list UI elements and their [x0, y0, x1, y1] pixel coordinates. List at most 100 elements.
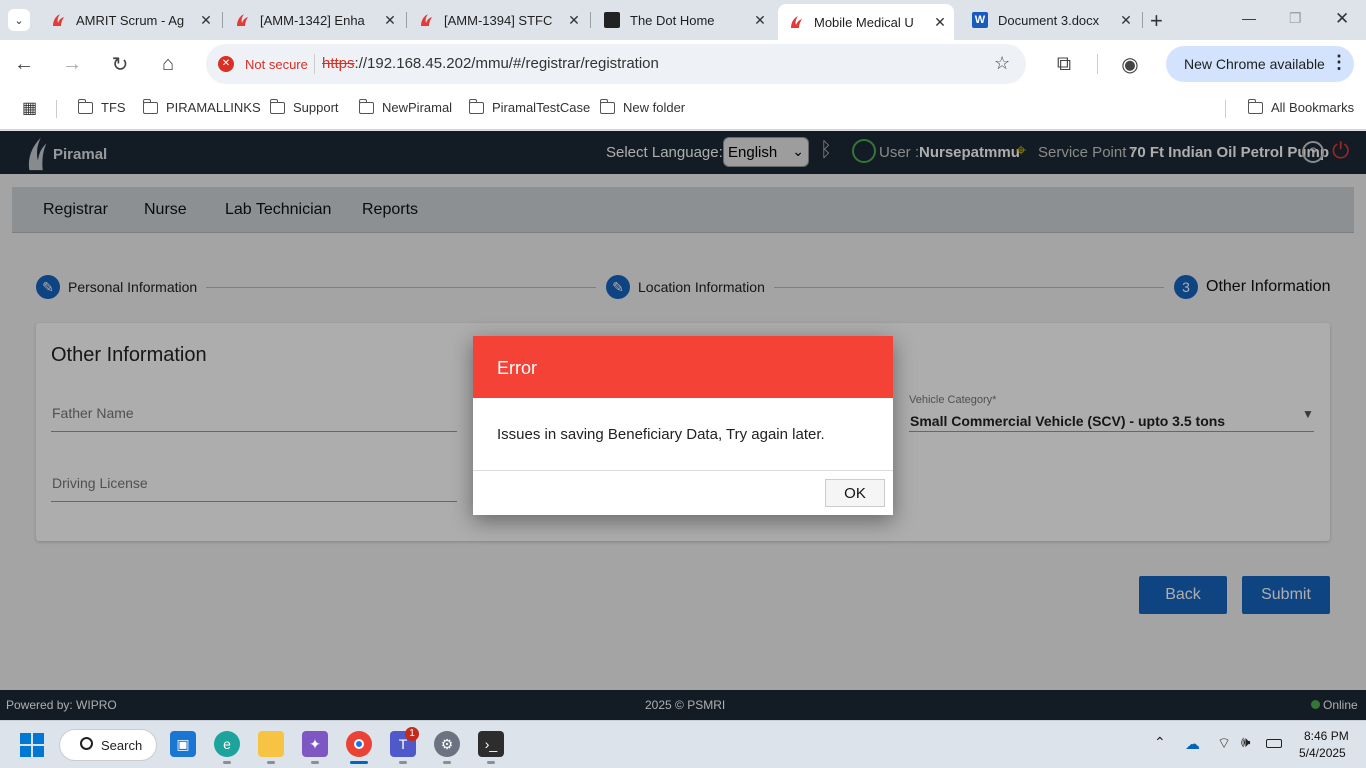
tab-amm-1342[interactable]: [AMM-1342] Enha ✕	[224, 6, 404, 34]
bookmark-label: PiramalTestCase	[492, 100, 591, 115]
microsoft-store-icon[interactable]: ▣	[170, 731, 196, 757]
reload-icon[interactable]: ↻	[108, 52, 132, 76]
browser-toolbar: ← → ↻ ⌂ ✕ Not secure https://192.168.45.…	[0, 40, 1366, 88]
new-tab-button[interactable]: +	[1150, 8, 1163, 34]
not-secure-icon[interactable]: ✕	[218, 56, 234, 72]
folder-icon	[468, 98, 484, 114]
tab-title: [AMM-1394] STFC	[444, 12, 553, 28]
dot-home-favicon-icon	[604, 12, 620, 28]
home-icon[interactable]: ⌂	[156, 52, 180, 76]
bookmark-newpiramal[interactable]: NewPiramal	[358, 98, 453, 115]
window-close-button[interactable]: ✕	[1335, 9, 1349, 29]
folder-icon	[1247, 98, 1263, 114]
url-path: ://192.168.45.202/mmu/#/registrar/regist…	[354, 55, 659, 72]
tab-amm-1394[interactable]: [AMM-1394] STFC ✕	[408, 6, 588, 34]
back-arrow-icon[interactable]: ←	[12, 52, 36, 76]
apps-grid-icon[interactable]: ▦	[22, 98, 37, 118]
edge-browser-icon[interactable]: e	[214, 731, 240, 757]
wifi-icon[interactable]: ⌔	[1217, 734, 1231, 753]
volume-icon[interactable]: 🕪	[1241, 734, 1250, 751]
tab-separator	[222, 12, 223, 28]
error-dialog-message: Issues in saving Beneficiary Data, Try a…	[497, 426, 825, 443]
address-bar[interactable]: ✕ Not secure https://192.168.45.202/mmu/…	[206, 44, 1026, 84]
bookmark-support[interactable]: Support	[269, 98, 339, 115]
all-bookmarks[interactable]: All Bookmarks	[1247, 98, 1354, 115]
settings-gear-icon[interactable]: ⚙	[434, 731, 460, 757]
ok-button[interactable]: OK	[825, 479, 885, 507]
close-icon[interactable]: ✕	[752, 12, 768, 29]
tab-separator	[1142, 12, 1143, 28]
not-secure-label[interactable]: Not secure	[245, 57, 308, 72]
clock-time[interactable]: 8:46 PM	[1304, 729, 1349, 743]
bookmark-label: NewPiramal	[382, 100, 453, 115]
tab-separator	[406, 12, 407, 28]
windows-taskbar: Search ▣ e ✦ T 1 ⚙ ›_ ⌃ ☁ ⌔ 🕪 8:46 PM 5/…	[0, 720, 1366, 768]
extensions-puzzle-icon[interactable]: ⧉	[1052, 52, 1076, 76]
search-icon	[80, 737, 93, 750]
tab-title: Mobile Medical U	[814, 14, 914, 30]
piramal-favicon-icon	[421, 14, 432, 26]
m365-copilot-icon[interactable]: ✦	[302, 731, 328, 757]
tab-document-3[interactable]: W Document 3.docx ✕	[962, 6, 1140, 34]
teams-notification-badge: 1	[405, 727, 419, 741]
error-dialog-divider	[473, 470, 893, 471]
star-bookmark-icon[interactable]: ☆	[994, 53, 1010, 74]
bookmark-tfs[interactable]: TFS	[77, 98, 126, 115]
bookmark-label: New folder	[623, 100, 686, 115]
chrome-update-button[interactable]: New Chrome available ⋮	[1166, 46, 1354, 82]
close-icon[interactable]: ✕	[1118, 12, 1134, 29]
folder-icon	[77, 98, 93, 114]
close-icon[interactable]: ✕	[198, 12, 214, 29]
running-app-indicator	[443, 761, 451, 764]
clock-date[interactable]: 5/4/2025	[1299, 746, 1346, 760]
tab-title: [AMM-1342] Enha	[260, 12, 365, 28]
taskbar-search-box[interactable]: Search	[59, 729, 157, 761]
tab-dot-home[interactable]: The Dot Home ✕	[594, 6, 774, 34]
chevron-up-icon[interactable]: ⌃	[1154, 734, 1166, 751]
windows-start-icon[interactable]	[20, 733, 44, 757]
piramal-favicon-icon	[791, 16, 802, 28]
word-favicon-icon: W	[972, 12, 988, 28]
tab-mobile-medical[interactable]: Mobile Medical U ✕	[778, 4, 954, 40]
running-app-indicator	[223, 761, 231, 764]
folder-icon	[142, 98, 158, 114]
tab-title: The Dot Home	[630, 12, 715, 28]
bookmarks-divider	[1225, 100, 1226, 118]
chrome-icon[interactable]	[346, 731, 372, 757]
url-text[interactable]: https://192.168.45.202/mmu/#/registrar/r…	[322, 55, 659, 72]
browser-tab-strip: ⌄ AMRIT Scrum - Ag ✕ [AMM-1342] Enha ✕ […	[0, 0, 1366, 40]
running-app-indicator	[350, 761, 368, 764]
url-scheme: https	[322, 55, 355, 72]
profile-avatar-icon[interactable]: ◉	[1118, 52, 1142, 76]
error-dialog-title: Error	[473, 336, 893, 398]
close-icon[interactable]: ✕	[566, 12, 582, 29]
bookmark-piramaltestcase[interactable]: PiramalTestCase	[468, 98, 591, 115]
close-icon[interactable]: ✕	[382, 12, 398, 29]
restore-button[interactable]: ❐	[1289, 10, 1302, 27]
bookmark-piramallinks[interactable]: PIRAMALLINKS	[142, 98, 261, 115]
running-app-indicator	[399, 761, 407, 764]
omnibox-divider	[314, 54, 315, 74]
bookmark-label: Support	[293, 100, 339, 115]
folder-icon	[599, 98, 615, 114]
search-label: Search	[101, 738, 143, 753]
close-icon[interactable]: ✕	[932, 14, 948, 31]
file-explorer-icon[interactable]	[258, 731, 284, 757]
piramal-favicon-icon	[237, 14, 248, 26]
onedrive-cloud-icon[interactable]: ☁	[1185, 735, 1200, 753]
kebab-menu-icon[interactable]: ⋮	[1330, 52, 1348, 73]
tab-amrit-scrum[interactable]: AMRIT Scrum - Ag ✕	[40, 6, 220, 34]
folder-icon	[269, 98, 285, 114]
tab-title: AMRIT Scrum - Ag	[76, 12, 185, 28]
forward-arrow-icon[interactable]: →	[60, 52, 84, 76]
terminal-icon[interactable]: ›_	[478, 731, 504, 757]
bookmark-label: PIRAMALLINKS	[166, 100, 261, 115]
running-app-indicator	[487, 761, 495, 764]
tab-title: Document 3.docx	[998, 12, 1100, 28]
bookmarks-bar: ▦ TFS PIRAMALLINKS Support NewPiramal Pi…	[0, 88, 1366, 130]
tab-separator	[590, 12, 591, 28]
tab-search-button[interactable]: ⌄	[8, 9, 30, 31]
minimize-button[interactable]: —	[1242, 10, 1256, 26]
battery-icon[interactable]	[1266, 739, 1282, 748]
bookmark-new-folder[interactable]: New folder	[599, 98, 686, 115]
